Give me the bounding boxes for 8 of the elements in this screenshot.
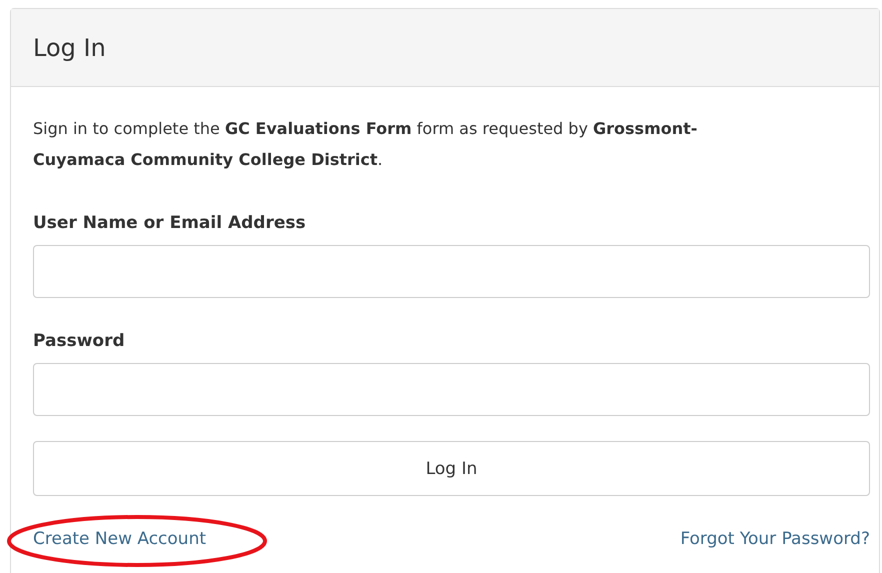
field-label: User Name or Email Address [33, 213, 306, 233]
login-button[interactable]: Log In [33, 441, 870, 496]
panel-title: Log In [33, 34, 106, 62]
username-field[interactable] [33, 245, 870, 298]
intro-text: Sign in to complete the GC Evaluations Form form as requested by Grossmont-Cuyamaca Community College District. [33, 118, 698, 171]
field-label: Password [33, 331, 125, 351]
password-field[interactable] [33, 363, 870, 416]
forgot-password-link[interactable]: Forgot Your Password? [680, 529, 870, 549]
